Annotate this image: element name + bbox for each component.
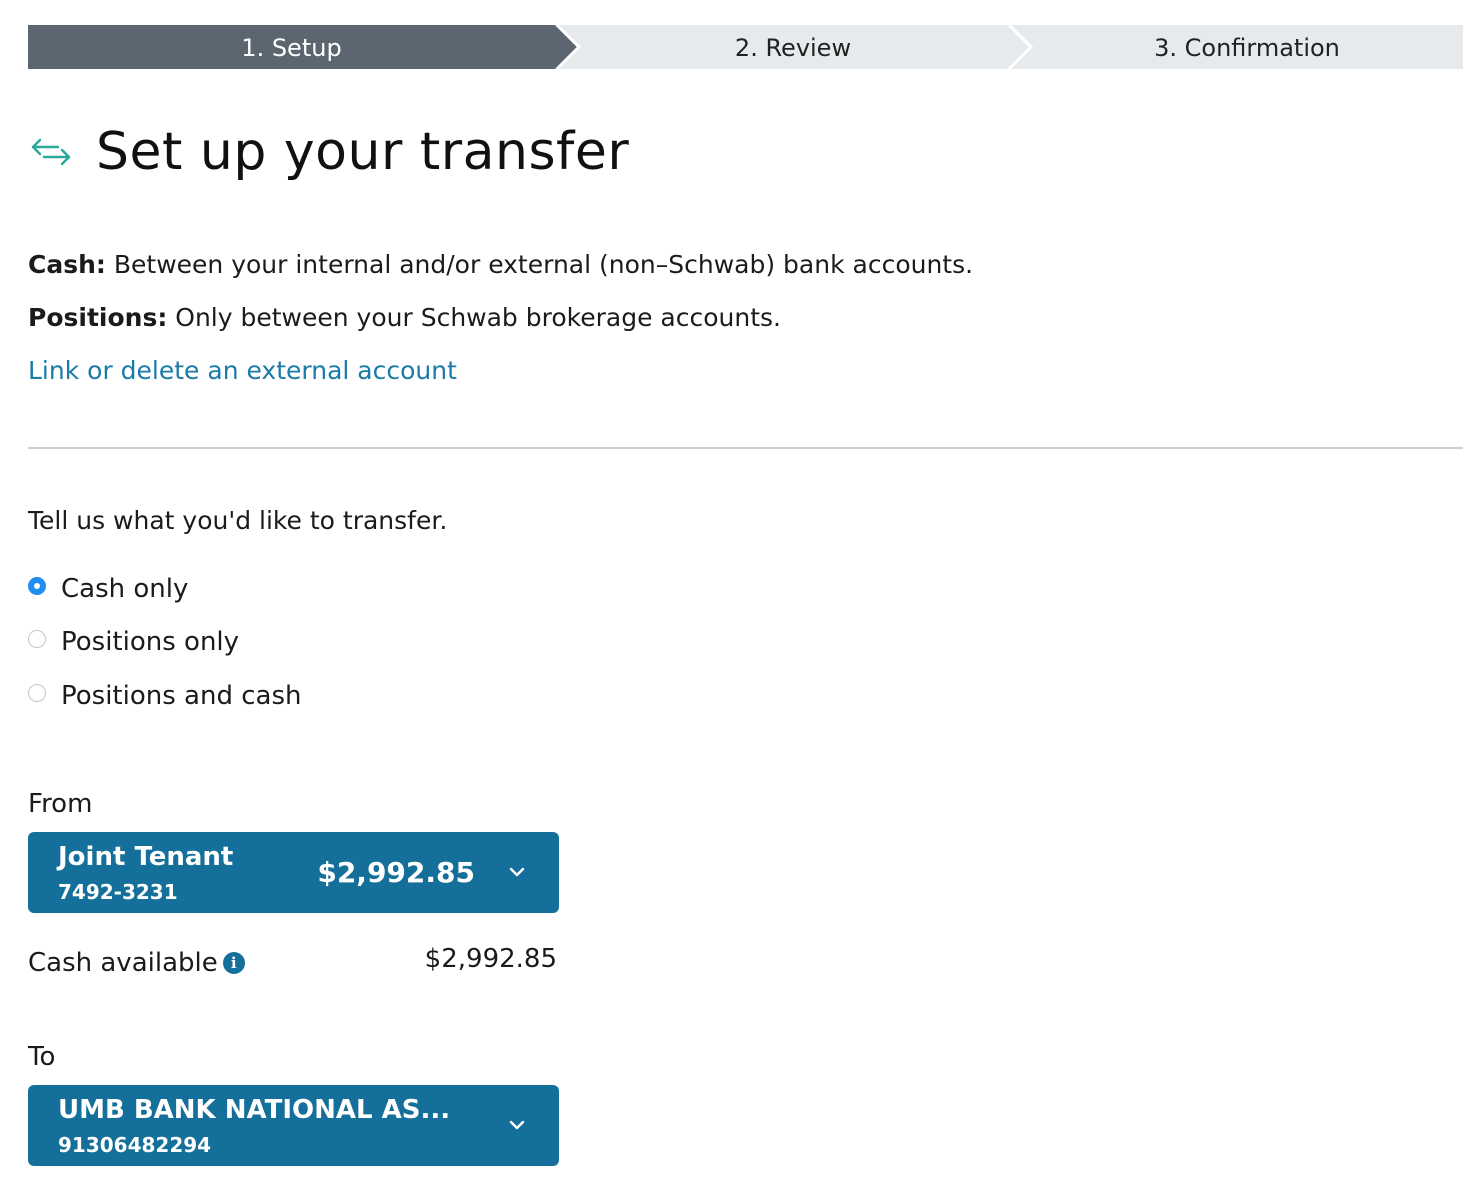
cash-info: Cash: Between your internal and/or exter…: [28, 250, 973, 279]
step-review: 2. Review: [734, 34, 852, 62]
section-divider: [28, 447, 1463, 449]
transfer-type-prompt: Tell us what you'd like to transfer.: [28, 506, 448, 535]
from-account-dropdown[interactable]: Joint Tenant 7492-3231 $2,992.85: [28, 832, 559, 913]
cash-info-text: Between your internal and/or external (n…: [113, 250, 974, 279]
radio-positions-and-cash[interactable]: Positions and cash: [28, 681, 301, 711]
from-account-name: Joint Tenant: [58, 842, 234, 872]
cash-available-label: Cash available: [28, 948, 218, 978]
to-account-number: 91306482294: [58, 1133, 212, 1157]
to-account-name: UMB BANK NATIONAL AS...: [58, 1095, 451, 1125]
chevron-down-icon: [509, 1120, 525, 1130]
chevron-down-icon: [509, 867, 525, 877]
radio-label: Cash only: [61, 574, 189, 604]
from-label: From: [28, 789, 93, 819]
transfer-setup-page: 1. Setup 2. Review 3. Confirmation Set u…: [0, 0, 1484, 1186]
to-label: To: [28, 1042, 56, 1072]
radio-label: Positions and cash: [61, 681, 302, 711]
radio-button[interactable]: [28, 684, 46, 702]
step-setup: 1. Setup: [241, 34, 342, 62]
from-account-number: 7492-3231: [58, 880, 178, 904]
transfer-arrows-icon: [31, 138, 71, 166]
progress-stepper: 1. Setup 2. Review 3. Confirmation: [28, 25, 1463, 69]
cash-available-value: $2,992.85: [424, 944, 557, 974]
radio-label: Positions only: [61, 627, 240, 657]
step-confirmation: 3. Confirmation: [1154, 34, 1340, 62]
radio-positions-only[interactable]: Positions only: [28, 627, 239, 657]
radio-button-selected[interactable]: [28, 577, 46, 595]
radio-cash-only[interactable]: Cash only: [28, 574, 188, 604]
positions-info-text: Only between your Schwab brokerage accou…: [175, 303, 781, 332]
page-title: Set up your transfer: [96, 122, 630, 182]
radio-button[interactable]: [28, 630, 46, 648]
to-account-dropdown[interactable]: UMB BANK NATIONAL AS... 91306482294: [28, 1085, 559, 1166]
positions-info-label: Positions:: [28, 303, 168, 332]
cash-info-label: Cash:: [28, 250, 106, 279]
link-external-account-link[interactable]: Link or delete an external account: [28, 356, 457, 385]
positions-info: Positions: Only between your Schwab brok…: [28, 303, 781, 332]
from-account-balance: $2,992.85: [317, 856, 475, 889]
info-icon[interactable]: i: [222, 952, 245, 974]
page-heading: Set up your transfer: [28, 122, 629, 182]
